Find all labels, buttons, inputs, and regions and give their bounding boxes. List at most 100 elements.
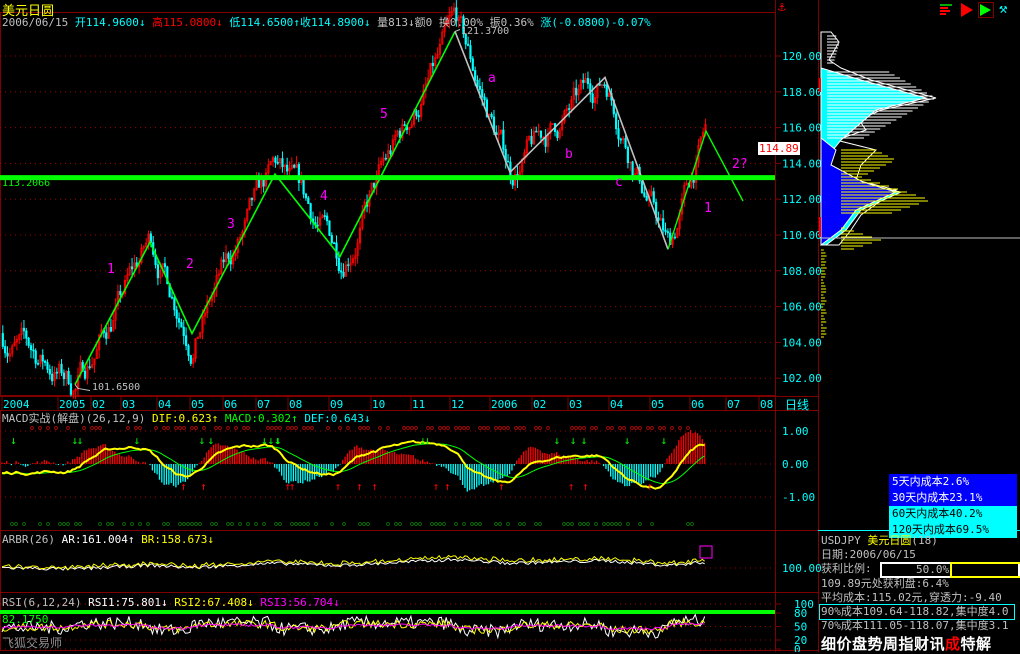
candle-body xyxy=(667,232,669,233)
arbr-axis-label: 100.00 xyxy=(782,562,822,575)
candle-body xyxy=(308,198,310,204)
flag-green-icon[interactable] xyxy=(978,2,994,18)
macd-signal-dot xyxy=(627,523,630,526)
candle-body xyxy=(105,333,107,339)
time-axis-label: 02 xyxy=(533,398,546,411)
macd-arrow-marker: ↓ xyxy=(661,434,668,447)
macd-signal-dot xyxy=(463,427,466,430)
macd-signal-dot xyxy=(195,523,198,526)
profit-row: 获利比例: xyxy=(821,562,872,576)
macd-signal-dot xyxy=(507,523,510,526)
tab-week[interactable]: 周 xyxy=(883,633,899,654)
macd-signal-dot xyxy=(83,427,86,430)
tab-explain[interactable]: 解 xyxy=(976,633,992,654)
macd-signal-dot xyxy=(407,427,410,430)
macd-signal-dot xyxy=(607,427,610,430)
candle-body xyxy=(641,181,643,193)
candle-body xyxy=(646,196,648,200)
macd-signal-dot xyxy=(203,427,206,430)
rsi-line-label: 82.1750 xyxy=(2,613,48,626)
wave-label: 2? xyxy=(732,157,748,172)
tab-special[interactable]: 特 xyxy=(961,633,977,654)
candle-body xyxy=(120,291,122,294)
macd-signal-dot xyxy=(387,523,390,526)
candle-body xyxy=(7,353,9,356)
candle-body xyxy=(474,70,476,80)
time-axis-label: 06 xyxy=(691,398,704,411)
rsi-name: RSI(6,12,24) xyxy=(2,596,81,609)
macd-signal-dot xyxy=(367,427,370,430)
macd-signal-dot xyxy=(487,427,490,430)
macd-signal-dot xyxy=(307,427,310,430)
wave-label: 3 xyxy=(227,217,235,232)
watermark: 飞狐交易师 xyxy=(2,634,62,651)
candle-body xyxy=(540,131,542,137)
macd-signal-dot xyxy=(47,427,50,430)
macd-signal-dot xyxy=(263,523,266,526)
macd-arrow-marker: ↑ xyxy=(335,480,342,493)
macd-signal-dot xyxy=(619,523,622,526)
tab-cost[interactable]: 成 xyxy=(945,633,961,654)
arbr-ar: AR:161.004 xyxy=(62,533,128,546)
candle-body xyxy=(164,264,166,267)
anchor-icon[interactable]: ⚓ xyxy=(778,0,786,15)
macd-header[interactable]: MACD实战(解盘)(26,12,9) DIF:0.623↑ MACD:0.30… xyxy=(2,410,371,426)
candle-body xyxy=(627,147,629,162)
macd-signal-dot xyxy=(315,523,318,526)
macd-signal-dot xyxy=(227,523,230,526)
cost-symbol-row: USDJPY 美元日圆(18) xyxy=(821,534,938,548)
macd-signal-dot xyxy=(307,523,310,526)
macd-signal-dot xyxy=(247,427,250,430)
candle-body xyxy=(190,355,192,363)
cost-30d: 30天内成本23.1% xyxy=(889,490,1017,506)
tab-index[interactable]: 指 xyxy=(899,633,915,654)
macd-signal-dot xyxy=(519,523,522,526)
rsi-header[interactable]: RSI(6,12,24) RSI1:75.801↓ RSI2:67.408↓ R… xyxy=(2,596,340,609)
candle-body xyxy=(472,59,474,71)
candle-body xyxy=(618,129,620,139)
macd-signal-dot xyxy=(279,523,282,526)
macd-signal-dot xyxy=(99,523,102,526)
profit-label: 获利比例: xyxy=(821,562,872,575)
candle-body xyxy=(390,151,392,154)
candle-body xyxy=(338,258,340,271)
tab-detail[interactable]: 细 xyxy=(821,633,837,654)
turn-label: 换 xyxy=(439,16,450,29)
candle-body xyxy=(587,78,589,83)
macd-signal-dot xyxy=(11,523,14,526)
bars-icon[interactable] xyxy=(940,3,954,17)
macd-signal-dot xyxy=(127,427,130,430)
time-axis-label: 2006 xyxy=(491,398,518,411)
macd-signal-dot xyxy=(267,427,270,430)
macd-signal-dot xyxy=(579,523,582,526)
candle-body xyxy=(110,327,112,331)
tab-news[interactable]: 讯 xyxy=(930,633,946,654)
macd-axis-label: -1.00 xyxy=(782,491,815,504)
candle-body xyxy=(484,97,486,100)
tab-board[interactable]: 盘 xyxy=(852,633,868,654)
candle-body xyxy=(582,80,584,82)
flag-red-icon[interactable] xyxy=(961,3,973,17)
macd-signal-dot xyxy=(515,427,518,430)
cost-60d: 60天内成本40.2% xyxy=(889,506,1017,522)
candle-body xyxy=(61,364,63,373)
macd-signal-dot xyxy=(31,427,34,430)
macd-signal-dot xyxy=(191,427,194,430)
tab-trend[interactable]: 势 xyxy=(868,633,884,654)
tab-price[interactable]: 价 xyxy=(837,633,853,654)
arbr-header[interactable]: ARBR(26) AR:161.004↑ BR:158.673↓ xyxy=(2,533,214,546)
tools-icon[interactable]: ⚒ xyxy=(999,1,1007,17)
macd-signal-dot xyxy=(471,523,474,526)
macd-dif: DIF:0.623 xyxy=(152,412,212,425)
period-button[interactable]: 日线 xyxy=(785,396,809,413)
candle-body xyxy=(56,372,58,373)
macd-signal-dot xyxy=(59,523,62,526)
macd-signal-dot xyxy=(131,523,134,526)
macd-arrow-marker: ↑ xyxy=(433,480,440,493)
macd-signal-dot xyxy=(495,523,498,526)
candle-body xyxy=(305,194,307,198)
cost-date: 日期:2006/06/15 xyxy=(821,548,916,562)
tab-finance[interactable]: 财 xyxy=(914,633,930,654)
candle-body xyxy=(188,346,190,356)
candle-body xyxy=(324,216,326,217)
